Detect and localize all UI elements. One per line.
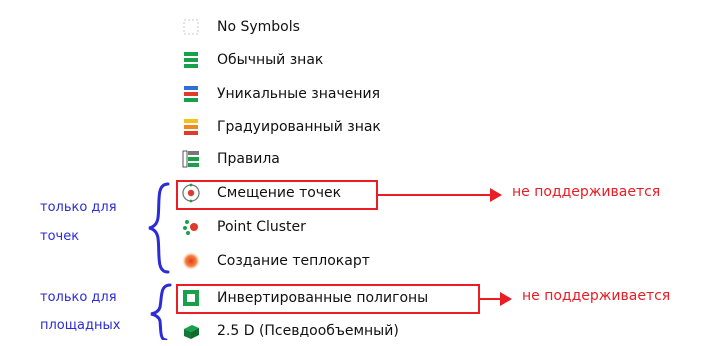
group-label-polygons-line1: только для [40,290,117,305]
not-supported-note-2: не поддерживается [522,288,671,304]
menu-item-single-symbol[interactable]: Обычный знак [180,45,323,75]
menu-item-label: Градуированный знак [217,119,381,135]
menu-item-rule-based[interactable]: Правила [180,144,280,174]
menu-item-categorized[interactable]: Уникальные значения [180,79,380,109]
highlight-box-point-displacement [176,180,378,210]
menu-item-label: 2.5 D (Псевдообъемный) [217,323,399,339]
no-symbols-icon [180,16,202,38]
not-supported-note-1: не поддерживается [512,184,661,200]
categorized-icon [180,83,202,105]
group-label-points-line2: точек [40,229,80,244]
single-symbol-icon [180,49,202,71]
connector-line-1 [378,194,492,196]
group-label-points-line1: только для [40,200,117,215]
arrow-right-icon [500,292,512,306]
connector-line-2 [480,298,502,300]
point-cluster-icon [180,216,202,238]
highlight-box-inverted-polygons [176,284,480,314]
heatmap-icon [180,250,202,272]
menu-item-label: Обычный знак [217,52,324,68]
brace-polygons [150,283,172,340]
menu-item-label: Уникальные значения [217,86,381,102]
2-5d-icon [180,320,202,342]
menu-item-heatmap[interactable]: Создание теплокарт [180,246,370,276]
brace-points [148,182,170,274]
menu-item-label: Point Cluster [217,219,306,235]
menu-item-point-cluster[interactable]: Point Cluster [180,212,306,242]
menu-item-no-symbols[interactable]: No Symbols [180,12,300,42]
menu-item-graduated[interactable]: Градуированный знак [180,112,381,142]
arrow-right-icon [490,188,502,202]
menu-item-label: No Symbols [217,19,300,35]
group-label-polygons-line2: площадных [40,318,121,333]
menu-item-label: Правила [217,151,280,167]
graduated-icon [180,116,202,138]
menu-item-label: Создание теплокарт [217,253,370,269]
rule-based-icon [180,148,202,170]
menu-item-2-5d[interactable]: 2.5 D (Псевдообъемный) [180,316,399,346]
